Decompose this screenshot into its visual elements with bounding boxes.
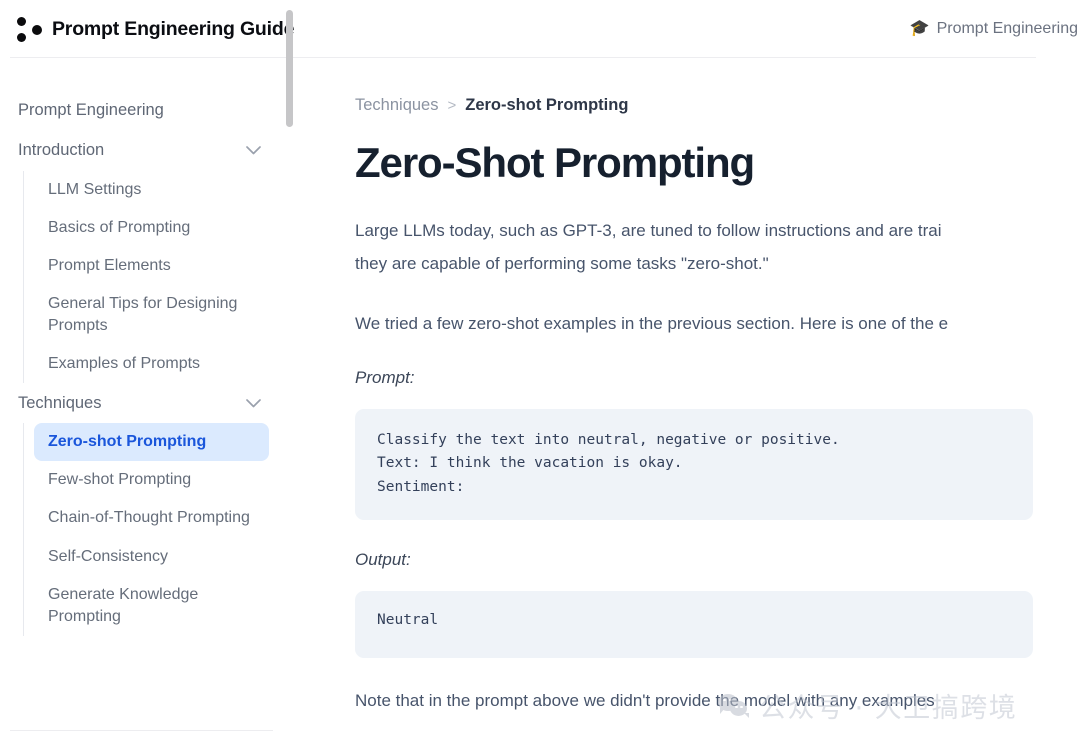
output-label: Output:	[355, 549, 411, 569]
sidebar-bottom-divider	[10, 730, 273, 731]
sidebar-item-chain-of-thought-prompting[interactable]: Chain-of-Thought Prompting	[34, 499, 269, 537]
brand-title: Prompt Engineering Guide	[52, 17, 295, 40]
third-paragraph: Note that in the prompt above we didn't …	[355, 691, 935, 711]
sidebar-group-label: Introduction	[18, 141, 105, 160]
brand[interactable]: Prompt Engineering Guide	[16, 14, 294, 44]
sidebar-group-introduction[interactable]: Introduction	[16, 130, 269, 170]
chevron-down-icon	[246, 392, 261, 414]
sidebar-item-self-consistency[interactable]: Self-Consistency	[34, 538, 269, 576]
sidebar-item-llm-settings[interactable]: LLM Settings	[34, 171, 269, 209]
sidebar-item-generate-knowledge-prompting[interactable]: Generate Knowledge Prompting	[34, 576, 269, 636]
sidebar-group-techniques[interactable]: Techniques	[16, 383, 269, 423]
sidebar-item-basics-of-prompting[interactable]: Basics of Prompting	[34, 209, 269, 247]
page-title: Zero-Shot Prompting	[355, 139, 755, 186]
header-course-link[interactable]: Prompt Engineering C	[937, 20, 1080, 38]
prompt-label: Prompt:	[355, 367, 415, 387]
sidebar-item-general-tips[interactable]: General Tips for Designing Prompts	[34, 285, 269, 345]
graduation-cap-icon: 🎓	[909, 20, 930, 37]
sidebar-group-label: Prompt Engineering	[18, 101, 164, 119]
sidebar-item-examples-of-prompts[interactable]: Examples of Prompts	[34, 345, 269, 383]
output-code-block: Neutral	[355, 590, 1033, 659]
sidebar-group-prompt-engineering[interactable]: Prompt Engineering	[16, 90, 269, 130]
header-right: 🎓 Prompt Engineering C	[910, 0, 1080, 58]
breadcrumb: Techniques > Zero-shot Prompting	[355, 96, 1080, 115]
three-dots-logo-icon	[16, 14, 46, 44]
breadcrumb-separator-icon: >	[447, 97, 457, 114]
sidebar-sublist-techniques: Zero-shot Prompting Few-shot Prompting C…	[23, 423, 269, 636]
intro-paragraph-line-1: Large LLMs today, such as GPT-3, are tun…	[355, 221, 942, 241]
prompt-code-block: Classify the text into neutral, negative…	[355, 408, 1033, 520]
breadcrumb-parent[interactable]: Techniques	[355, 96, 438, 115]
sidebar-fade-overlay	[0, 676, 283, 730]
sidebar-item-zero-shot-prompting[interactable]: Zero-shot Prompting	[34, 423, 269, 462]
page-root: Prompt Engineering Guide 🎓 Prompt Engine…	[0, 0, 1080, 755]
chevron-down-icon	[246, 139, 261, 161]
sidebar-item-few-shot-prompting[interactable]: Few-shot Prompting	[34, 461, 269, 499]
sidebar-sublist-introduction: LLM Settings Basics of Prompting Prompt …	[23, 170, 269, 383]
sidebar-nav: Prompt Engineering Introduction LLM Sett…	[0, 58, 283, 730]
second-paragraph: We tried a few zero-shot examples in the…	[355, 313, 949, 333]
site-header: Prompt Engineering Guide 🎓 Prompt Engine…	[0, 0, 1080, 58]
intro-paragraph-line-2: they are capable of performing some task…	[355, 254, 769, 274]
sidebar-scrollbar-thumb[interactable]	[286, 10, 293, 127]
sidebar-group-label: Techniques	[18, 394, 102, 412]
main-content: Techniques > Zero-shot Prompting Zero-Sh…	[355, 58, 1080, 755]
breadcrumb-current: Zero-shot Prompting	[465, 96, 629, 114]
sidebar-item-prompt-elements[interactable]: Prompt Elements	[34, 247, 269, 285]
